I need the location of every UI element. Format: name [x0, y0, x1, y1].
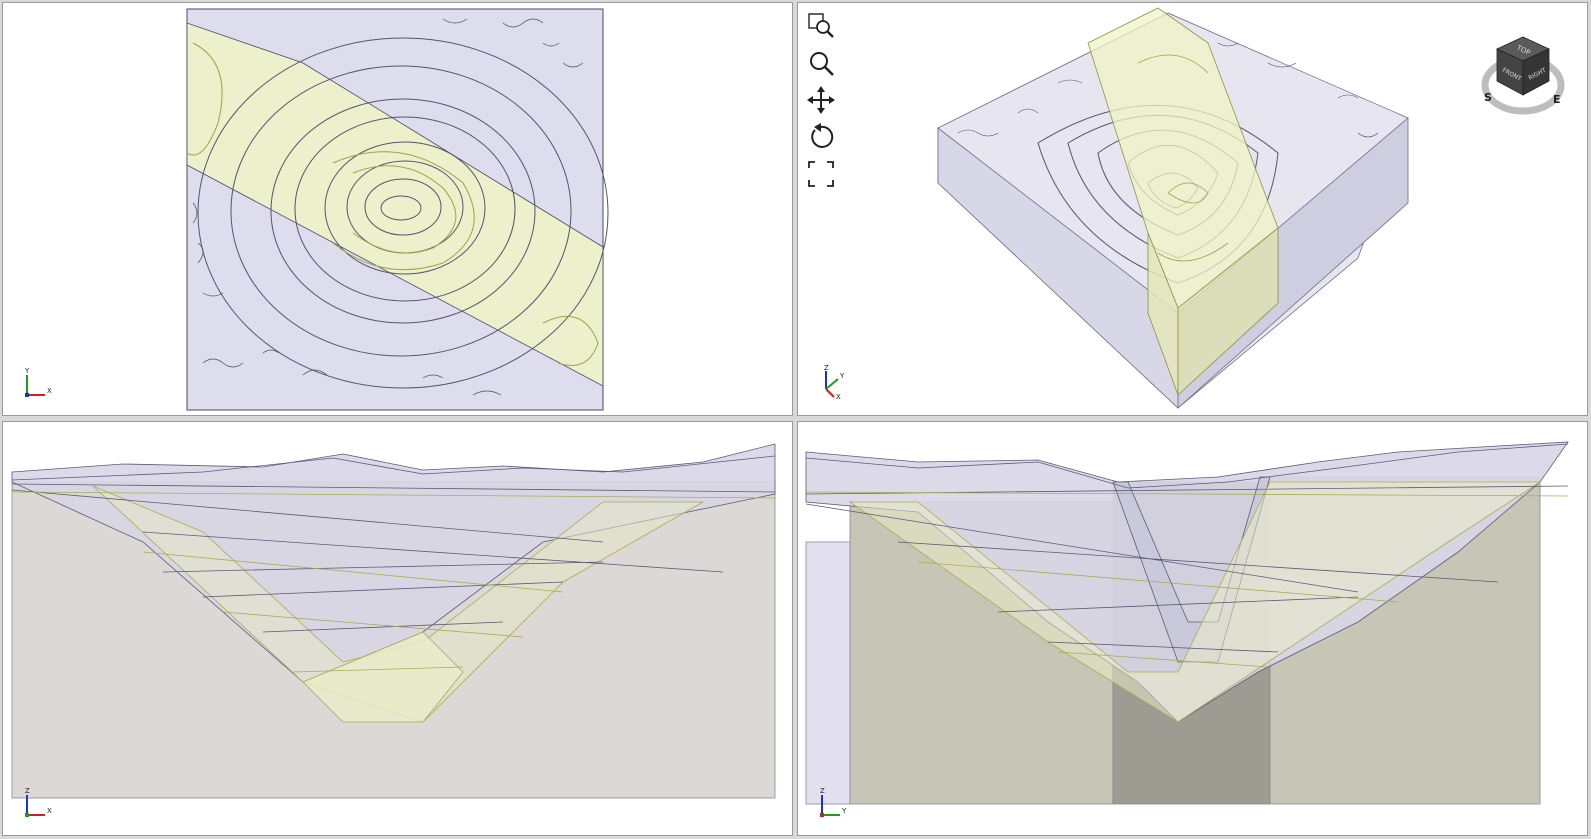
- viewport-side[interactable]: Z Y: [797, 421, 1588, 836]
- pan-button[interactable]: [806, 85, 836, 115]
- svg-text:Y: Y: [839, 372, 845, 380]
- zoom-window-icon: [808, 13, 834, 38]
- viewport-top[interactable]: Y X: [2, 2, 793, 416]
- zoom-icon: [810, 52, 834, 76]
- fit-all-button[interactable]: [806, 159, 836, 189]
- svg-text:X: X: [836, 393, 841, 399]
- navigation-cube[interactable]: TOP FRONT RIGHT S E: [1479, 29, 1565, 115]
- svg-text:Z: Z: [25, 787, 30, 795]
- zoom-window-button[interactable]: [806, 11, 836, 41]
- axis-triad-top: Y X: [21, 365, 55, 399]
- plan-view-scene: [186, 8, 609, 411]
- view-toolbar: [806, 11, 836, 196]
- rotate-icon: [811, 123, 834, 148]
- svg-text:S: S: [1484, 91, 1492, 104]
- perspective-scene: [937, 7, 1409, 409]
- svg-text:E: E: [1553, 93, 1561, 106]
- pan-icon: [807, 86, 835, 114]
- fit-all-icon: [808, 161, 834, 187]
- svg-text:X: X: [47, 387, 52, 395]
- viewport-perspective[interactable]: TOP FRONT RIGHT S E Z Y X: [797, 2, 1588, 416]
- svg-text:Y: Y: [24, 367, 30, 375]
- zoom-button[interactable]: [806, 48, 836, 78]
- svg-text:Z: Z: [824, 365, 829, 372]
- axis-triad-side: Z Y: [816, 785, 850, 819]
- svg-text:Y: Y: [841, 807, 847, 815]
- side-section-scene: [805, 441, 1569, 805]
- front-section-scene: [11, 443, 776, 799]
- axis-triad-perspective: Z Y X: [816, 364, 850, 401]
- svg-text:X: X: [47, 807, 52, 815]
- axis-triad-front: Z X: [21, 785, 55, 819]
- rotate-button[interactable]: [806, 122, 836, 152]
- svg-text:Z: Z: [820, 787, 825, 795]
- viewport-front[interactable]: Z X: [2, 421, 793, 836]
- view-cube-icon: TOP FRONT RIGHT S E: [1481, 36, 1565, 115]
